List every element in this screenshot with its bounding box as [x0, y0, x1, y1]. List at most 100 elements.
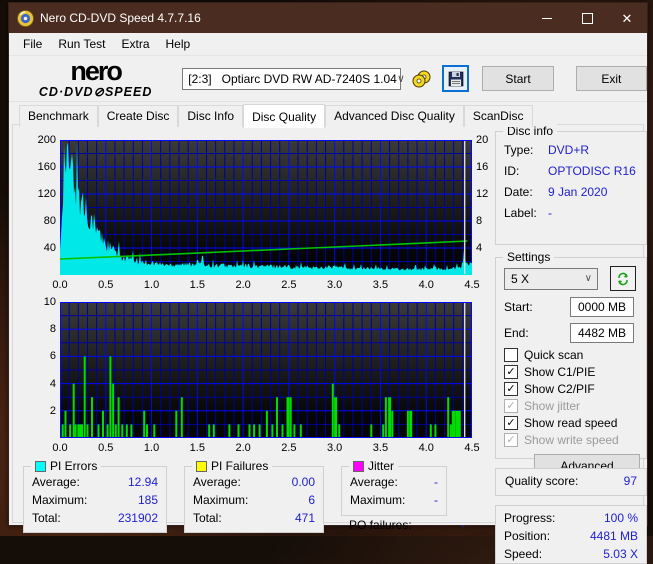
refresh-icon	[618, 272, 628, 285]
drive-select[interactable]: [2:3] Optiarc DVD RW AD-7240S 1.04 ∨	[182, 67, 405, 90]
x-axis-label: 0.5	[98, 279, 114, 291]
stat-value: 185	[137, 493, 158, 507]
stat-label: Total:	[193, 511, 222, 525]
checkbox-box[interactable]: ✓	[504, 365, 518, 379]
checkbox-show-c2-pif[interactable]: ✓ Show C2/PIF	[496, 381, 646, 397]
checkbox-label: Show C1/PIE	[524, 365, 596, 379]
minimize-button[interactable]	[527, 3, 567, 33]
checkbox-box[interactable]: ✓	[504, 416, 518, 430]
po-failures-row: PO failures: -	[341, 516, 473, 534]
disc-quality-tab-page: 40 80 120 160 200 4 8 12 16 20 0.0 0.5 1.0 1.5 2.0 2.5 3…	[12, 124, 647, 564]
x-axis-label: 2.5	[281, 279, 297, 291]
refresh-button[interactable]	[610, 266, 636, 291]
checkbox-show-read-speed[interactable]: ✓ Show read speed	[496, 415, 646, 431]
checkbox-show-jitter: ✓ Show jitter	[496, 398, 646, 414]
maximize-button[interactable]	[567, 3, 607, 33]
x-axis-label: 0.0	[52, 279, 68, 291]
stat-panel-title-text: Jitter	[368, 459, 395, 473]
stat-panel-title-text: PI Failures	[211, 459, 269, 473]
tab-advanced-disc-quality[interactable]: Advanced Disc Quality	[325, 105, 464, 127]
menu-item-help[interactable]: Help	[158, 35, 199, 53]
y-axis-right-label: 20	[476, 134, 489, 146]
x-axis-label: 4.5	[464, 279, 480, 291]
x-axis-label: 2.5	[281, 442, 297, 454]
stat-value: -	[434, 493, 438, 507]
progress-row: Progress: 100 %	[496, 509, 646, 527]
checkbox-label: Show jitter	[524, 399, 581, 413]
menu-item-file[interactable]: File	[15, 35, 50, 53]
stat-panel-title: PI Errors	[31, 459, 102, 473]
maximize-icon	[581, 12, 593, 24]
start-button[interactable]: Start	[482, 66, 554, 91]
stat-label: Maximum:	[193, 493, 249, 507]
tab-scandisc[interactable]: ScanDisc	[463, 105, 533, 127]
stat-panel-title-text: PI Errors	[50, 459, 98, 473]
close-button[interactable]: ✕	[607, 3, 647, 33]
disc-info-value: DVD+R	[548, 143, 590, 157]
save-button[interactable]	[442, 65, 470, 92]
checkbox-box[interactable]	[504, 348, 518, 362]
x-axis-label: 1.0	[143, 279, 160, 291]
logo-line1: nero	[70, 56, 123, 87]
disc-info-row: Label: -	[496, 203, 646, 224]
tab-disc-quality[interactable]: Disc Quality	[243, 104, 326, 128]
stat-value: 12.94	[127, 475, 158, 489]
tab-strip: Benchmark Create Disc Disc Info Disc Qualit…	[9, 102, 647, 128]
x-axis-label: 3.0	[327, 279, 343, 291]
speed-select-value: 5 X	[511, 271, 530, 286]
right-panel: Disc info Type: DVD+R ID: OPTODISC R16 Date:…	[495, 124, 647, 564]
tab-benchmark[interactable]: Benchmark	[19, 105, 98, 127]
disc-info-value: 9 Jan 2020	[548, 185, 608, 199]
stat-value: 231902	[117, 511, 158, 525]
stat-value: 0.00	[291, 475, 315, 489]
x-axis-label: 1.5	[189, 279, 205, 291]
stat-panel-holder: PI Errors Average: 12.94 Maximum: 185 Total: 2…	[23, 459, 167, 534]
checkbox-quick-scan[interactable]: Quick scan	[496, 347, 646, 363]
stat-row: Total: 471	[185, 509, 323, 527]
progress-label: Progress:	[504, 511, 556, 525]
app-icon	[17, 9, 34, 27]
legend-color-icon	[35, 460, 46, 472]
speed-select[interactable]: 5 X ∨	[504, 267, 598, 290]
end-field[interactable]: 4482 MB	[570, 323, 634, 343]
stat-panel-pi-failures: PI Failures Average: 0.00 Maximum: 6 Total: 47…	[184, 459, 324, 533]
minimize-icon	[542, 17, 552, 19]
po-failures-label: PO failures:	[349, 518, 412, 532]
checkbox-box[interactable]: ✓	[504, 382, 518, 396]
y-axis-right-label: 12	[476, 188, 489, 200]
stat-panel-holder: Jitter Average: - Maximum: - PO failures: -	[341, 459, 473, 534]
stat-row: Maximum: 185	[24, 491, 166, 509]
legend-color-icon	[196, 460, 207, 472]
stat-value: -	[434, 475, 438, 489]
tab-create-disc[interactable]: Create Disc	[97, 105, 179, 127]
y-axis-label: 6	[49, 350, 56, 363]
disc-info-row: ID: OPTODISC R16	[496, 161, 646, 182]
exit-button[interactable]: Exit	[575, 66, 648, 91]
progress-label: Position:	[504, 529, 551, 543]
checkbox-show-write-speed: ✓ Show write speed	[496, 432, 646, 448]
y-axis-label: 120	[37, 188, 56, 200]
stat-row: Average: -	[342, 473, 446, 491]
pi-failures-chart	[60, 302, 472, 438]
eject-disc-button[interactable]	[409, 66, 435, 91]
checkbox-show-c1-pie[interactable]: ✓ Show C1/PIE	[496, 364, 646, 380]
disc-info-label: Label:	[504, 206, 537, 220]
start-field[interactable]: 0000 MB	[570, 297, 634, 317]
progress-value: 4481 MB	[589, 529, 638, 543]
checkbox-label: Show read speed	[524, 416, 618, 430]
quality-score-box: Quality score: 97	[495, 468, 647, 496]
menu-item-extra[interactable]: Extra	[113, 35, 157, 53]
app-window: Nero CD-DVD Speed 4.7.7.16 ✕ File Run Tes…	[8, 2, 648, 564]
logo-line2: CD·DVD⊘SPEED	[38, 85, 153, 100]
y-axis-right-label: 16	[476, 161, 489, 173]
y-axis-right-label: 8	[476, 215, 483, 227]
stat-label: Total:	[32, 511, 61, 525]
start-field-label: Start:	[504, 300, 533, 314]
stat-panel-title: Jitter	[349, 459, 399, 473]
progress-row: Speed: 5.03 X	[496, 545, 646, 563]
checkbox-box: ✓	[504, 399, 518, 413]
stat-row: Average: 12.94	[24, 473, 166, 491]
stat-panels: PI Errors Average: 12.94 Maximum: 185 Total: 2…	[23, 459, 473, 534]
menu-item-run-test[interactable]: Run Test	[50, 35, 113, 53]
tab-disc-info[interactable]: Disc Info	[178, 105, 244, 127]
